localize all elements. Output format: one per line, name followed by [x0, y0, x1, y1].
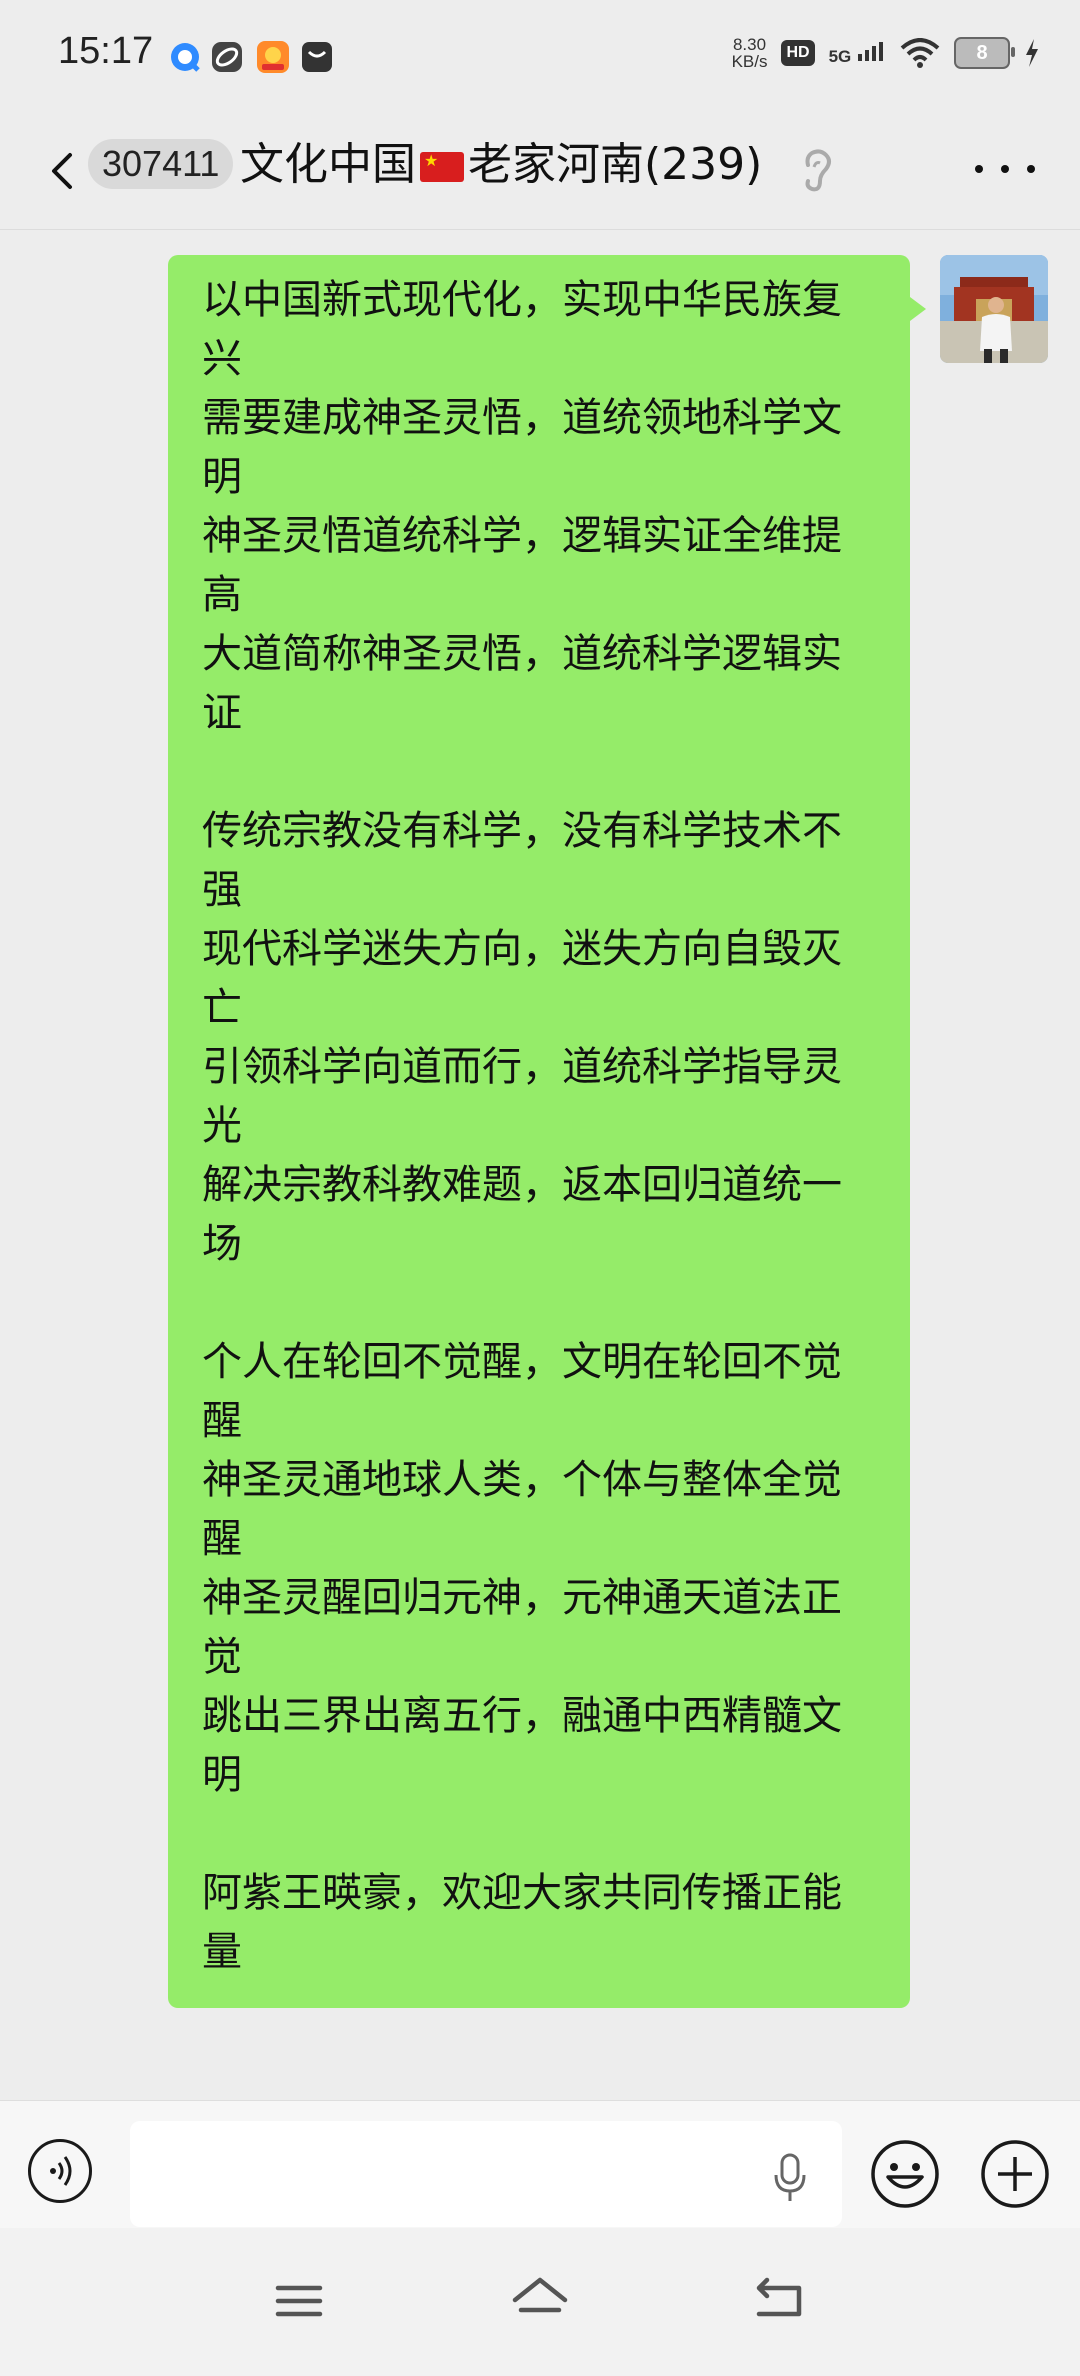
net-speed: 8.30 KB/s	[732, 36, 768, 70]
sender-avatar[interactable]	[940, 255, 1048, 363]
smiley-icon	[871, 2140, 939, 2208]
charging-icon	[1026, 39, 1038, 67]
input-bar	[0, 2100, 1080, 2229]
chat-title: 文化中国 老家河南(239)	[240, 135, 762, 195]
net-speed-unit: KB/s	[731, 52, 768, 71]
voice-wave-icon	[50, 2156, 72, 2186]
message-bubble[interactable]: 以中国新式现代化，实现中华民族复兴 需要建成神圣灵悟，道统领地科学文明 神圣灵悟…	[168, 255, 926, 2008]
header-divider	[0, 229, 1080, 230]
microphone-icon[interactable]	[770, 2149, 810, 2209]
menu-icon	[275, 2285, 323, 2317]
more-options-button[interactable]	[975, 159, 1035, 179]
plus-icon	[981, 2140, 1049, 2208]
game-app-icon	[256, 40, 290, 74]
emoji-button[interactable]	[870, 2139, 940, 2209]
signal-indicator: 5G	[829, 40, 886, 67]
message-text: 以中国新式现代化，实现中华民族复兴 需要建成神圣灵悟，道统领地科学文明 神圣灵悟…	[202, 277, 842, 1975]
chat-header: 307411 文化中国 老家河南(239)	[0, 115, 1080, 230]
menu-nav-button[interactable]	[264, 2266, 334, 2336]
chevron-left-icon	[52, 153, 72, 189]
voice-input-button[interactable]	[28, 2139, 92, 2203]
back-nav-button[interactable]	[745, 2266, 815, 2336]
home-icon	[512, 2277, 568, 2313]
back-button[interactable]	[36, 141, 96, 201]
wifi-icon	[900, 38, 940, 68]
link-app-icon	[210, 40, 244, 74]
status-bar: 15:17 8.30 KB/s HD 5G 8	[0, 0, 1080, 115]
message-input-field[interactable]	[130, 2121, 842, 2227]
dot-icon	[1001, 165, 1009, 173]
more-functions-button[interactable]	[980, 2139, 1050, 2209]
browser-app-icon	[168, 40, 202, 74]
status-time: 15:17	[58, 30, 154, 72]
net-speed-value: 8.30	[732, 35, 767, 54]
unread-count-badge[interactable]: 307411	[88, 139, 234, 189]
network-type: 5G	[828, 46, 852, 66]
hd-badge: HD	[781, 40, 815, 66]
dot-icon	[1027, 165, 1035, 173]
dot-icon	[975, 165, 983, 173]
system-nav-bar	[0, 2228, 1080, 2376]
home-nav-button[interactable]	[505, 2266, 575, 2336]
chat-title-part1: 文化中国	[240, 139, 416, 190]
signal-bars-icon	[858, 41, 883, 61]
china-flag-icon	[420, 152, 464, 182]
earpiece-mode-icon	[798, 141, 838, 201]
battery-indicator: 8	[954, 37, 1015, 69]
return-icon	[756, 2277, 802, 2317]
message-app-icon	[300, 40, 334, 74]
chat-title-part2: 老家河南(239)	[468, 139, 763, 190]
